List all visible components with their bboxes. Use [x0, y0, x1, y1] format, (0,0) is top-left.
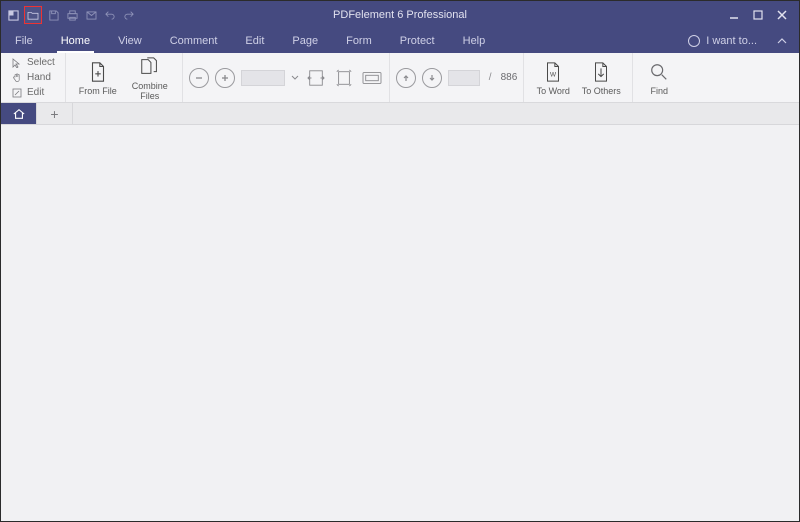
tab-home[interactable]	[1, 103, 37, 124]
close-button[interactable]	[773, 7, 791, 23]
edit-label: Edit	[27, 87, 44, 98]
search-icon	[648, 60, 670, 84]
app-logo-icon	[5, 7, 21, 23]
save-icon[interactable]	[45, 7, 61, 23]
collapse-ribbon-icon[interactable]	[775, 34, 789, 48]
from-file-label: From File	[79, 86, 117, 96]
select-tool[interactable]: Select	[11, 56, 55, 70]
ribbon-group-tools: Select Hand Edit	[1, 53, 66, 102]
hand-icon	[11, 72, 23, 84]
fit-width-icon[interactable]	[305, 67, 327, 89]
prev-page-button[interactable]	[396, 68, 416, 88]
select-label: Select	[27, 57, 55, 68]
ribbon-group-convert: W To Word To Others	[524, 53, 633, 102]
ribbon-group-find: Find	[633, 53, 685, 102]
email-icon[interactable]	[83, 7, 99, 23]
print-icon[interactable]	[64, 7, 80, 23]
menu-page[interactable]: Page	[278, 29, 332, 53]
page-separator: /	[486, 72, 495, 83]
zoom-out-button[interactable]	[189, 68, 209, 88]
menu-comment[interactable]: Comment	[156, 29, 232, 53]
actual-size-icon[interactable]	[361, 67, 383, 89]
menu-home[interactable]: Home	[47, 29, 104, 53]
cursor-icon	[11, 57, 23, 69]
menu-protect[interactable]: Protect	[386, 29, 449, 53]
help-hint[interactable]: I want to...	[706, 35, 757, 47]
hand-tool[interactable]: Hand	[11, 71, 55, 85]
title-bar: PDFelement 6 Professional	[1, 1, 799, 29]
combine-files-label: Combine Files	[132, 81, 168, 101]
to-others-button[interactable]: To Others	[576, 53, 626, 102]
menu-edit[interactable]: Edit	[231, 29, 278, 53]
app-window: PDFelement 6 Professional File Home View…	[0, 0, 800, 522]
menu-bar: File Home View Comment Edit Page Form Pr…	[1, 29, 799, 53]
documents-combine-icon	[139, 55, 161, 79]
edit-icon	[11, 87, 23, 99]
find-label: Find	[651, 86, 669, 96]
open-file-icon[interactable]	[24, 6, 42, 24]
svg-text:W: W	[550, 71, 557, 78]
to-word-icon: W	[542, 60, 564, 84]
to-others-icon	[590, 60, 612, 84]
zoom-in-button[interactable]	[215, 68, 235, 88]
to-word-button[interactable]: W To Word	[530, 53, 576, 102]
document-tab-strip: +	[1, 103, 799, 125]
menu-file[interactable]: File	[1, 29, 47, 53]
menu-form[interactable]: Form	[332, 29, 386, 53]
undo-icon[interactable]	[102, 7, 118, 23]
next-page-button[interactable]	[422, 68, 442, 88]
to-others-label: To Others	[582, 86, 621, 96]
home-icon	[12, 108, 26, 120]
quick-access-toolbar	[1, 6, 137, 24]
menu-view[interactable]: View	[104, 29, 156, 53]
ribbon-group-navigate: / 886	[390, 53, 524, 102]
document-plus-icon	[87, 60, 109, 84]
from-file-button[interactable]: From File	[72, 53, 124, 102]
zoom-level-input[interactable]	[241, 70, 285, 86]
current-page-input[interactable]	[448, 70, 480, 86]
to-word-label: To Word	[537, 86, 570, 96]
window-controls	[725, 7, 799, 23]
redo-icon[interactable]	[121, 7, 137, 23]
ribbon: Select Hand Edit From File	[1, 53, 799, 103]
content-area	[1, 125, 799, 521]
minimize-button[interactable]	[725, 7, 743, 23]
plus-icon: +	[50, 106, 58, 122]
fit-page-icon[interactable]	[333, 67, 355, 89]
find-button[interactable]: Find	[639, 53, 679, 102]
help-area: I want to...	[688, 34, 799, 48]
ribbon-group-create: From File Combine Files	[66, 53, 183, 102]
menu-help[interactable]: Help	[449, 29, 500, 53]
tab-add[interactable]: +	[37, 103, 73, 124]
combine-files-button[interactable]: Combine Files	[124, 53, 176, 102]
total-pages: 886	[501, 72, 518, 83]
chevron-down-icon[interactable]	[291, 75, 299, 81]
hand-label: Hand	[27, 72, 51, 83]
lightbulb-icon	[688, 35, 700, 47]
edit-tool[interactable]: Edit	[11, 86, 55, 100]
maximize-button[interactable]	[749, 7, 767, 23]
ribbon-group-zoom	[183, 53, 390, 102]
